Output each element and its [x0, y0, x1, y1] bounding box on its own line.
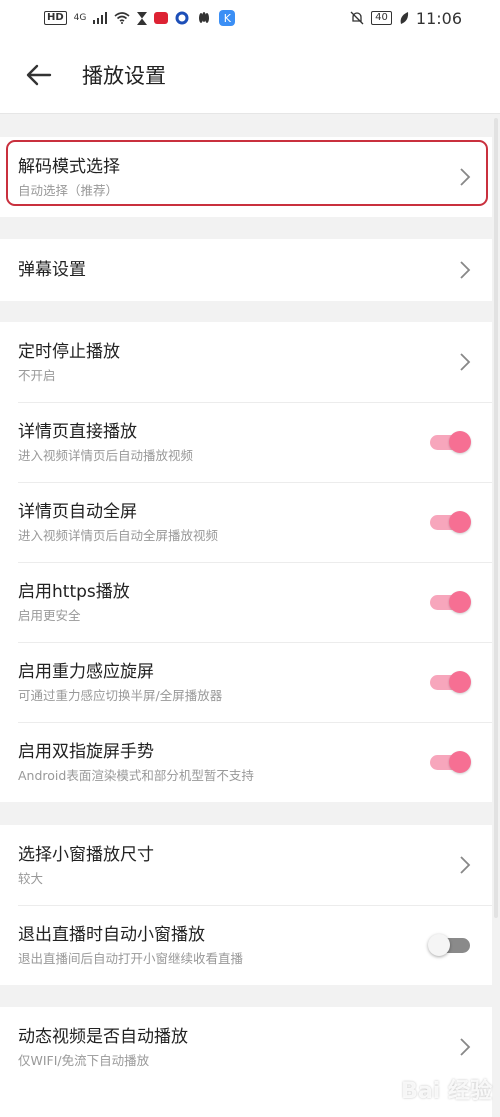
page-title: 播放设置	[82, 63, 166, 88]
detail-fullscreen-row: 详情页自动全屏 进入视频详情页后自动全屏播放视频	[0, 482, 492, 562]
timer-stop-row[interactable]: 定时停止播放 不开启	[0, 322, 492, 402]
chevron-right-icon	[460, 168, 471, 186]
row-title: 解码模式选择	[18, 156, 120, 177]
detail-autoplay-toggle[interactable]	[430, 431, 471, 453]
row-subtitle: 仅WIFI/免流下自动播放	[18, 1052, 150, 1068]
wifi-icon	[114, 12, 130, 24]
row-title: 启用双指旋屏手势	[18, 741, 154, 762]
https-playback-row: 启用https播放 启用更安全	[0, 562, 492, 642]
settings-group-decode: 解码模式选择 自动选择（推荐）	[0, 137, 492, 217]
detail-fullscreen-toggle[interactable]	[430, 511, 471, 533]
live-mini-window-row: 退出直播时自动小窗播放 退出直播间后自动打开小窗继续收看直播	[0, 905, 492, 985]
app-notification-icon	[154, 12, 169, 24]
scrollbar[interactable]	[494, 118, 498, 918]
status-bar: HD 4G K 40 11:06	[0, 0, 500, 36]
watermark: Bai 经验	[401, 1079, 492, 1104]
hd-indicator: HD	[44, 11, 67, 25]
live-mini-window-toggle[interactable]	[428, 934, 470, 956]
two-finger-rotate-toggle[interactable]	[430, 751, 471, 773]
back-button[interactable]	[0, 36, 78, 114]
row-title: 定时停止播放	[18, 341, 120, 362]
row-title: 详情页直接播放	[18, 421, 137, 442]
decode-mode-row[interactable]: 解码模式选择 自动选择（推荐）	[0, 137, 492, 217]
chevron-right-icon	[460, 353, 471, 371]
row-title: 选择小窗播放尺寸	[18, 844, 154, 865]
settings-group-playback: 定时停止播放 不开启 详情页直接播放 进入视频详情页后自动播放视频 详情页自动全…	[0, 322, 492, 802]
row-title: 退出直播时自动小窗播放	[18, 924, 205, 945]
leaf-icon	[400, 12, 409, 24]
row-subtitle: 进入视频详情页后自动全屏播放视频	[18, 527, 219, 543]
settings-group-mini-window: 选择小窗播放尺寸 较大 退出直播时自动小窗播放 退出直播间后自动打开小窗继续收看…	[0, 825, 492, 985]
chevron-right-icon	[460, 856, 471, 874]
gravity-rotate-row: 启用重力感应旋屏 可通过重力感应切换半屏/全屏播放器	[0, 642, 492, 722]
detail-autoplay-row: 详情页直接播放 进入视频详情页后自动播放视频	[0, 402, 492, 482]
row-subtitle: Android表面渲染模式和部分机型暂不支持	[18, 767, 254, 783]
two-finger-rotate-row: 启用双指旋屏手势 Android表面渲染模式和部分机型暂不支持	[0, 722, 492, 802]
row-title: 弹幕设置	[18, 260, 86, 280]
chevron-right-icon	[460, 261, 471, 279]
row-title: 启用重力感应旋屏	[18, 661, 154, 682]
gravity-rotate-toggle[interactable]	[430, 671, 471, 693]
danmaku-settings-row[interactable]: 弹幕设置	[0, 239, 492, 301]
back-arrow-icon	[26, 64, 52, 85]
row-subtitle: 不开启	[18, 367, 56, 383]
signal-label: 4G	[73, 13, 87, 23]
hourglass-icon	[137, 11, 148, 25]
row-title: 详情页自动全屏	[18, 501, 137, 522]
row-title: 启用https播放	[18, 581, 130, 602]
https-playback-toggle[interactable]	[430, 591, 471, 613]
k-app-icon: K	[219, 10, 236, 26]
row-subtitle: 启用更安全	[18, 607, 81, 623]
row-subtitle: 较大	[18, 870, 44, 886]
huawei-icon	[199, 12, 210, 23]
silent-bell-icon	[350, 11, 364, 25]
battery-indicator: 40	[371, 11, 392, 25]
settings-group-danmaku: 弹幕设置	[0, 239, 492, 301]
row-subtitle: 自动选择（推荐）	[18, 182, 119, 198]
mini-window-size-row[interactable]: 选择小窗播放尺寸 较大	[0, 825, 492, 905]
circle-app-icon	[175, 11, 189, 25]
row-subtitle: 退出直播间后自动打开小窗继续收看直播	[18, 950, 244, 966]
chevron-right-icon	[460, 1038, 471, 1056]
row-subtitle: 可通过重力感应切换半屏/全屏播放器	[18, 687, 223, 703]
clock: 11:06	[415, 8, 462, 28]
row-subtitle: 进入视频详情页后自动播放视频	[18, 447, 194, 463]
row-title: 动态视频是否自动播放	[18, 1026, 188, 1047]
signal-bars-icon	[93, 12, 108, 24]
app-bar: 播放设置	[0, 36, 500, 114]
